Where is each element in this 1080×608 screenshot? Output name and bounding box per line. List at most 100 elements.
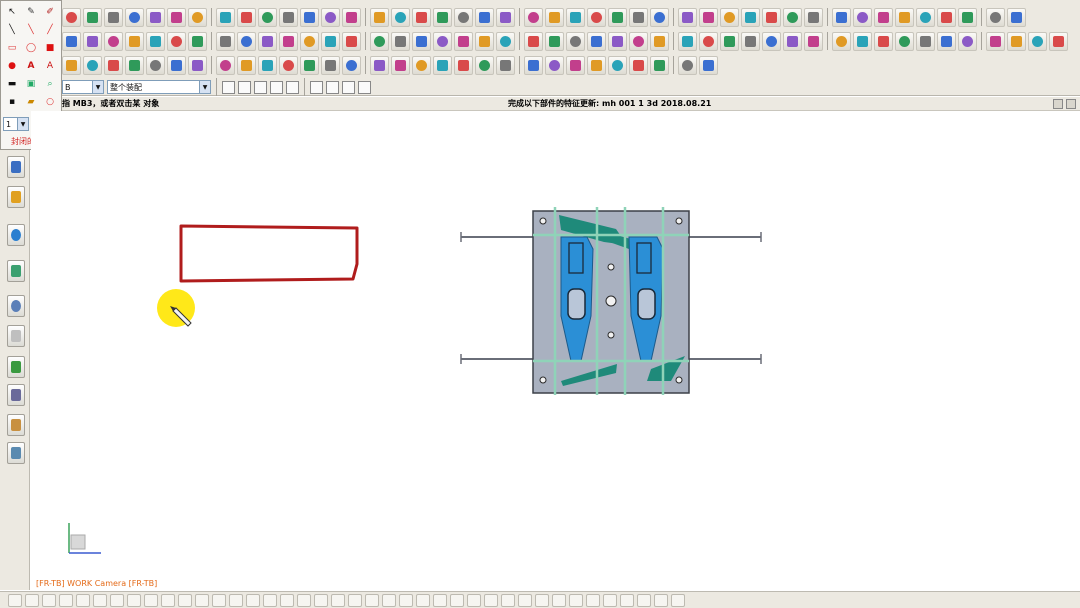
restore-icon[interactable] [1053, 98, 1063, 109]
mirror-icon[interactable] [629, 31, 648, 51]
trim-icon[interactable] [475, 55, 494, 75]
brush-icon[interactable]: ✐ [41, 3, 59, 20]
rectangle-icon[interactable]: ▭ [3, 39, 21, 56]
chevron-down-icon[interactable]: ▼ [199, 81, 210, 93]
chamfer-icon[interactable] [83, 31, 102, 51]
assembly-icon[interactable] [25, 593, 39, 607]
mirror-icon[interactable] [524, 55, 543, 75]
assembly-icon[interactable] [321, 31, 340, 51]
revolve-icon[interactable] [391, 31, 410, 51]
blend-icon[interactable] [342, 55, 361, 75]
maximize-icon[interactable] [1066, 98, 1076, 109]
assembly-icon[interactable] [1028, 31, 1047, 51]
datum-plane-icon[interactable] [587, 55, 606, 75]
mold-assembly[interactable] [460, 207, 762, 395]
mirror-icon[interactable] [167, 55, 186, 75]
fillet-icon[interactable] [104, 55, 123, 75]
trim-icon[interactable] [501, 593, 515, 607]
snap-point-on-curve-icon[interactable] [342, 80, 355, 94]
revolve-icon[interactable] [629, 55, 648, 75]
trim-icon[interactable] [125, 55, 144, 75]
circle-icon[interactable] [545, 31, 564, 51]
part-icon[interactable] [1007, 31, 1026, 51]
point-icon[interactable] [475, 31, 494, 51]
arc-icon[interactable] [524, 31, 543, 51]
chamfer-icon[interactable] [321, 55, 340, 75]
offset-icon[interactable] [518, 593, 532, 607]
part-icon[interactable] [412, 7, 431, 27]
revolve-icon[interactable] [76, 593, 90, 607]
save-icon[interactable]: ▪ [3, 93, 21, 110]
assembly-icon[interactable] [83, 7, 102, 27]
part-icon[interactable] [300, 31, 319, 51]
line-icon[interactable] [433, 593, 447, 607]
clear-icon[interactable]: ○ [41, 93, 59, 110]
part-icon[interactable] [545, 55, 564, 75]
assembly-icon[interactable] [783, 7, 802, 27]
chevron-down-icon[interactable]: ▼ [92, 81, 103, 93]
snap-endpoint-icon[interactable] [222, 80, 235, 94]
mirror-icon[interactable] [279, 31, 298, 51]
line-icon[interactable] [958, 7, 977, 27]
datum-plane-icon[interactable] [42, 593, 56, 607]
trim-icon[interactable] [587, 31, 606, 51]
extrude-icon[interactable] [720, 31, 739, 51]
fillet-icon[interactable] [916, 31, 935, 51]
line-dash-icon[interactable]: ╱ [41, 21, 59, 38]
filled-rect-icon[interactable]: ■ [41, 39, 59, 56]
point-icon[interactable] [832, 31, 851, 51]
chamfer-icon[interactable] [654, 593, 668, 607]
circle-icon[interactable] [1007, 7, 1026, 27]
blend-icon[interactable] [699, 55, 718, 75]
blend-icon[interactable] [566, 7, 585, 27]
revolve-icon[interactable] [348, 593, 362, 607]
snap-center-icon[interactable] [286, 80, 299, 94]
arc-icon[interactable] [629, 7, 648, 27]
zoom-icon[interactable]: ⌕ [41, 75, 59, 92]
line-icon[interactable] [853, 31, 872, 51]
assembly-icon[interactable] [566, 55, 585, 75]
datum-plane-icon[interactable] [586, 593, 600, 607]
blend-icon[interactable] [804, 31, 823, 51]
datum-plane-icon[interactable] [699, 31, 718, 51]
datum-plane-icon[interactable] [237, 55, 256, 75]
datum-plane-icon[interactable] [314, 593, 328, 607]
fillet-icon[interactable] [566, 31, 585, 51]
snap-quadrant-icon[interactable] [310, 80, 323, 94]
arc-icon[interactable] [279, 7, 298, 27]
point-icon[interactable] [144, 593, 158, 607]
circle-icon[interactable] [650, 7, 669, 27]
point-icon[interactable] [237, 7, 256, 27]
chamfer-icon[interactable] [545, 7, 564, 27]
offset-icon[interactable] [720, 7, 739, 27]
circle-icon[interactable] [467, 593, 481, 607]
datum-plane-icon[interactable] [454, 7, 473, 27]
trim-icon[interactable] [237, 31, 256, 51]
offset-icon[interactable] [496, 55, 515, 75]
assembly-icon[interactable] [678, 31, 697, 51]
revolve-icon[interactable] [853, 7, 872, 27]
hole-icon[interactable] [874, 7, 893, 27]
assembly-icon[interactable] [433, 7, 452, 27]
filled-circle-icon[interactable]: ● [3, 57, 21, 74]
hole-icon[interactable] [650, 55, 669, 75]
arc-icon[interactable] [874, 31, 893, 51]
screen-icon[interactable] [7, 442, 25, 464]
hole-icon[interactable] [62, 31, 81, 51]
mirror-icon[interactable] [535, 593, 549, 607]
mirror-icon[interactable] [986, 31, 1005, 51]
chevron-down-icon[interactable]: ▼ [17, 118, 28, 130]
ellipse-icon[interactable]: ◯ [22, 39, 40, 56]
reuse-icon[interactable] [7, 260, 25, 282]
circle-icon[interactable] [433, 55, 452, 75]
arc-icon[interactable] [412, 55, 431, 75]
text-icon[interactable]: A [22, 57, 40, 74]
blend-icon[interactable] [127, 593, 141, 607]
line-icon[interactable] [391, 55, 410, 75]
arc-icon[interactable] [62, 55, 81, 75]
offset-icon[interactable] [608, 31, 627, 51]
hole-icon[interactable] [637, 593, 651, 607]
offset-icon[interactable] [258, 31, 277, 51]
extrude-icon[interactable] [603, 593, 617, 607]
hole-icon[interactable] [167, 7, 186, 27]
